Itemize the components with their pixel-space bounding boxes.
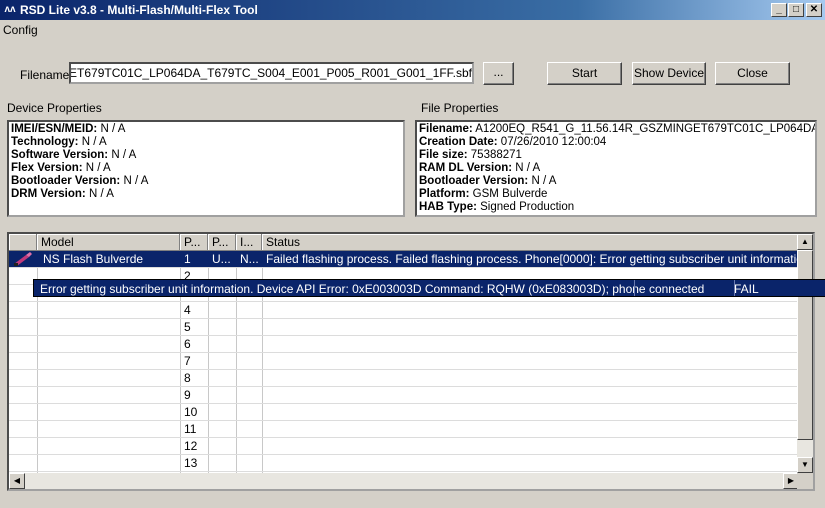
file-properties-box: Filename: A1200EQ_R541_G_11.56.14R_GSZMI… xyxy=(415,120,817,217)
cell-port: 1 xyxy=(184,252,191,266)
scroll-down-button[interactable]: ▼ xyxy=(797,457,813,473)
file-prop-file-size: File size: 75388271 xyxy=(419,149,522,161)
cell-c3: U... xyxy=(212,252,231,266)
cell-port: 5 xyxy=(184,320,191,334)
file-prop-hab-type: HAB Type: Signed Production xyxy=(419,201,575,213)
show-device-button[interactable]: Show Device xyxy=(632,62,706,85)
device-prop-flex-version: Flex Version: N / A xyxy=(11,162,111,174)
table-row[interactable]: 4 xyxy=(9,302,799,319)
device-prop-bootloader-version: Bootloader Version: N / A xyxy=(11,175,149,187)
table-row[interactable]: 11 xyxy=(9,421,799,438)
filename-input-value: A1200EQ_R541_G_11.56.14R_GSZMINGET679TC0… xyxy=(69,66,472,80)
device-properties-box: IMEI/ESN/MEID: N / A Technology: N / A S… xyxy=(7,120,405,217)
column-header-icon[interactable] xyxy=(9,234,37,251)
filename-input[interactable]: A1200EQ_R541_G_11.56.14R_GSZMINGET679TC0… xyxy=(69,62,474,84)
table-row[interactable]: 9 xyxy=(9,387,799,404)
cell-port: 8 xyxy=(184,371,191,385)
vertical-scrollbar[interactable]: ▲ ▼ xyxy=(797,234,813,473)
table-row[interactable]: 5 xyxy=(9,319,799,336)
cell-model: NS Flash Bulverde xyxy=(43,252,144,266)
column-header-port[interactable]: P... xyxy=(180,234,208,251)
table-row[interactable]: 13 xyxy=(9,455,799,472)
close-button[interactable]: Close xyxy=(715,62,790,85)
file-prop-creation-date: Creation Date: 07/26/2010 12:00:04 xyxy=(419,136,607,148)
scrollbar-corner xyxy=(797,473,813,489)
table-row[interactable]: 12 xyxy=(9,438,799,455)
column-header-model[interactable]: Model xyxy=(37,234,180,251)
title-bar[interactable]: ʌʌ RSD Lite v3.8 - Multi-Flash/Multi-Fle… xyxy=(0,0,825,20)
column-header-status[interactable]: Status xyxy=(262,234,799,251)
table-row[interactable]: 8 xyxy=(9,370,799,387)
window-close-button[interactable]: ✕ xyxy=(806,3,822,17)
cell-port: 11 xyxy=(184,422,197,436)
cell-port: 12 xyxy=(184,439,198,453)
column-header-i[interactable]: I... xyxy=(236,234,262,251)
phone-icon xyxy=(9,251,37,268)
cell-port: 9 xyxy=(184,388,191,402)
cell-status: Failed flashing process. Failed flashing… xyxy=(266,252,799,266)
cell-c4: N... xyxy=(240,252,259,266)
table-row[interactable]: 7 xyxy=(9,353,799,370)
device-properties-heading: Device Properties xyxy=(7,101,102,115)
grid-header: Model P... P... I... Status xyxy=(9,234,799,251)
tooltip-result: FAIL xyxy=(734,282,759,296)
scroll-up-button[interactable]: ▲ xyxy=(797,234,813,250)
cell-port: 10 xyxy=(184,405,198,419)
cell-port: 4 xyxy=(184,303,191,317)
cell-port: 13 xyxy=(184,456,198,470)
device-prop-drm-version: DRM Version: N / A xyxy=(11,188,114,200)
file-prop-ram-dl-version: RAM DL Version: N / A xyxy=(419,162,541,174)
tooltip-divider xyxy=(634,280,635,296)
status-tooltip: Error getting subscriber unit informatio… xyxy=(33,279,825,297)
device-prop-imei: IMEI/ESN/MEID: N / A xyxy=(11,123,126,135)
device-grid[interactable]: Model P... P... I... Status NS Flash Bul… xyxy=(7,232,815,491)
cell-port: 7 xyxy=(184,354,191,368)
scroll-left-button[interactable]: ◀ xyxy=(9,473,25,489)
table-row[interactable]: NS Flash Bulverde 1 U... N... Failed fla… xyxy=(9,251,799,268)
browse-button[interactable]: ... xyxy=(483,62,514,85)
tooltip-text: Error getting subscriber unit informatio… xyxy=(40,282,705,296)
horizontal-scrollbar[interactable]: ◀ ▶ xyxy=(9,473,799,489)
cell-port: 6 xyxy=(184,337,191,351)
device-prop-technology: Technology: N / A xyxy=(11,136,107,148)
window-title: RSD Lite v3.8 - Multi-Flash/Multi-Flex T… xyxy=(20,3,258,17)
file-prop-bootloader-version: Bootloader Version: N / A xyxy=(419,175,557,187)
file-properties-heading: File Properties xyxy=(421,101,499,115)
file-prop-filename: Filename: A1200EQ_R541_G_11.56.14R_GSZMI… xyxy=(419,123,817,135)
start-button[interactable]: Start xyxy=(547,62,622,85)
column-header-p2[interactable]: P... xyxy=(208,234,236,251)
maximize-button[interactable]: □ xyxy=(788,3,804,17)
motorola-logo-icon: ʌʌ xyxy=(4,4,16,15)
menu-config[interactable]: Config xyxy=(2,22,39,38)
filename-label: Filename: xyxy=(20,68,73,82)
device-prop-software-version: Software Version: N / A xyxy=(11,149,137,161)
file-prop-platform: Platform: GSM Bulverde xyxy=(419,188,548,200)
minimize-button[interactable]: _ xyxy=(771,3,787,17)
table-row[interactable]: 10 xyxy=(9,404,799,421)
table-row[interactable]: 6 xyxy=(9,336,799,353)
